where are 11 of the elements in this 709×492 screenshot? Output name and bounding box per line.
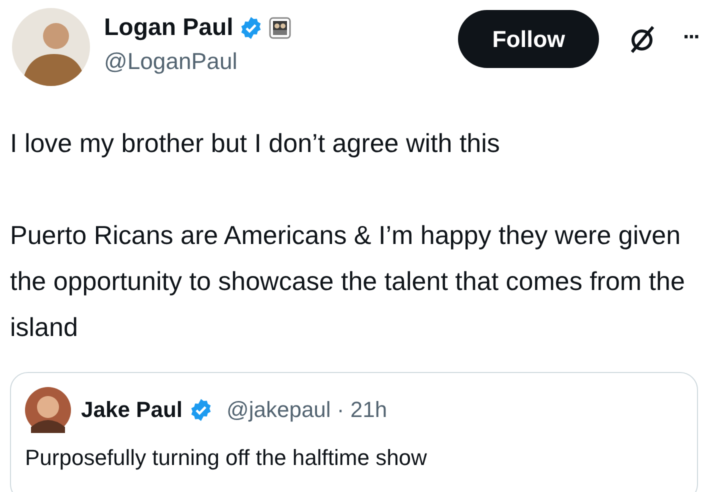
author-handle[interactable]: @LoganPaul [104, 48, 444, 75]
affiliate-badge-icon[interactable] [269, 17, 292, 39]
avatar[interactable] [25, 387, 71, 433]
post-text: I love my brother but I don’t agree with this Puerto Ricans are Americans & I’m happy they were given the opportunity to showcase the talent that comes from the island [10, 127, 686, 344]
quoted-post[interactable]: Jake Paul @jakepaul · 21h Purposefully turning off the halftime show [10, 372, 698, 492]
quoted-author-name[interactable]: Jake Paul [81, 397, 183, 423]
quoted-post-text: Purposefully turning off the halftime show [25, 445, 428, 471]
quoted-post-meta: @jakepaul · 21h [226, 397, 388, 423]
author-name[interactable]: Logan Paul [104, 14, 234, 42]
follow-button[interactable]: Follow [458, 10, 600, 68]
more-button[interactable]: ··· [683, 24, 699, 50]
